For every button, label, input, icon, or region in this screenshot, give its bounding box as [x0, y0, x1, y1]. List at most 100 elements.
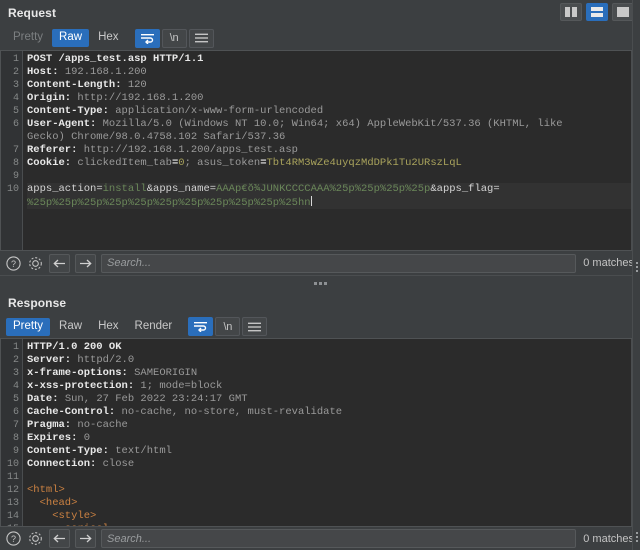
response-newline-button[interactable]: \n	[215, 317, 241, 337]
line-number: 6	[12, 407, 19, 419]
response-search-prev-button[interactable]	[49, 529, 70, 549]
code-token: Origin:	[27, 92, 78, 104]
response-wrap-lines-button[interactable]	[188, 317, 214, 337]
wrap-lines-icon	[140, 33, 154, 44]
request-search-next-button[interactable]	[75, 253, 96, 273]
request-title: Request	[8, 6, 57, 20]
response-pane: Response Pretty Raw Hex Render \n 1 2 3 …	[0, 291, 640, 550]
line-number: 7	[12, 420, 19, 432]
pane-splitter[interactable]	[0, 275, 640, 291]
response-line-numbers: 123456789101112131415	[1, 339, 23, 527]
code-token: Date:	[27, 393, 65, 406]
line-number: 6	[12, 119, 19, 130]
code-token: x-xss-protection:	[27, 380, 141, 393]
line-number: 1	[12, 54, 19, 65]
response-help-button[interactable]: ?	[5, 530, 22, 547]
code-token: User-Agent:	[27, 118, 103, 130]
request-tab-raw[interactable]: Raw	[52, 28, 90, 48]
response-tabstrip: Pretty Raw Hex Render \n	[0, 315, 640, 338]
code-token: %25p%25p%25p%25p%25p%25p%25p%25p%25p%25p…	[27, 197, 311, 209]
code-line: <html>	[27, 484, 631, 497]
hamburger-menu-icon	[248, 322, 262, 332]
line-number: 4	[12, 93, 19, 104]
code-token: install	[102, 183, 147, 195]
response-tab-hex[interactable]: Hex	[91, 318, 125, 337]
code-token: apps_action	[27, 183, 97, 195]
code-line: User-Agent: Mozilla/5.0 (Windows NT 10.0…	[27, 118, 631, 131]
request-titlebar: Request	[0, 0, 640, 26]
line-number: 10	[6, 459, 19, 471]
line-number: 10	[6, 184, 19, 195]
code-token: HTTP/1.0 200 OK	[27, 341, 122, 354]
rail-grip-icon-top	[636, 262, 638, 272]
stacked-layout-button[interactable]	[586, 3, 608, 21]
side-by-side-layout-button[interactable]	[560, 3, 582, 21]
response-editor[interactable]: 123456789101112131415 HTTP/1.0 200 OKSer…	[1, 339, 631, 527]
line-number	[1, 131, 22, 144]
request-search-input[interactable]	[101, 253, 577, 273]
code-token: no-cache	[77, 419, 128, 432]
rows-icon	[591, 7, 603, 17]
code-token: httpd/2.0	[77, 354, 135, 367]
code-token: close	[102, 458, 135, 471]
code-line: coriocl	[27, 523, 631, 526]
gear-icon	[29, 532, 42, 545]
help-icon: ?	[6, 531, 21, 546]
code-token: asus_token	[197, 157, 261, 169]
line-number: 8	[12, 158, 19, 169]
response-search-next-button[interactable]	[75, 529, 96, 549]
line-number: 12	[6, 485, 19, 497]
response-editor-wrap: 123456789101112131415 HTTP/1.0 200 OKSer…	[0, 338, 640, 528]
request-editor-wrap: 1 2 3 4 5 6 7 8 9 10 POST /apps_test.asp HTTP/1.…	[0, 50, 640, 252]
code-token: AAAp€ŏ¾JUNKCCCCAAA%25p%25p%25p%25p	[216, 183, 431, 195]
response-tab-raw[interactable]: Raw	[52, 318, 89, 337]
request-help-button[interactable]: ?	[5, 255, 22, 272]
layout-button-group	[560, 3, 634, 21]
request-tab-hex[interactable]: Hex	[91, 29, 125, 48]
request-search-prev-button[interactable]	[49, 253, 70, 273]
request-code[interactable]: POST /apps_test.asp HTTP/1.1 Host: 192.16…	[23, 51, 631, 250]
line-number	[1, 196, 22, 209]
request-settings-button[interactable]	[27, 255, 44, 272]
request-editor[interactable]: 1 2 3 4 5 6 7 8 9 10 POST /apps_test.asp HTTP/1.…	[1, 51, 631, 251]
code-token: 1; mode=block	[140, 380, 223, 393]
code-token: Cookie:	[27, 157, 78, 169]
code-line: Content-Type: text/html	[27, 445, 631, 458]
arrow-left-icon	[53, 259, 65, 268]
square-icon	[617, 7, 629, 17]
request-newline-button[interactable]: \n	[161, 28, 187, 48]
line-number: 2	[12, 67, 19, 78]
request-menu-button[interactable]	[188, 28, 214, 48]
code-token: Referer:	[27, 144, 84, 156]
code-line: x-xss-protection: 1; mode=block	[27, 380, 631, 393]
response-tab-render[interactable]: Render	[128, 318, 180, 337]
request-tabstrip: Pretty Raw Hex \n	[0, 26, 640, 50]
response-search-input[interactable]	[101, 529, 577, 549]
code-line: Content-Type: application/x-www-form-url…	[27, 105, 631, 118]
line-number: 7	[12, 145, 19, 156]
code-token: x-frame-options:	[27, 367, 135, 380]
request-wrap-lines-button[interactable]	[134, 28, 160, 48]
request-pane: Request Pretty Raw Hex \n 1 2 3 4 5 6 7 …	[0, 0, 640, 276]
request-match-count: 0 matches	[583, 257, 634, 270]
line-number: 15	[1, 523, 22, 526]
line-number: 3	[12, 368, 19, 380]
line-number: 8	[12, 433, 19, 445]
response-menu-button[interactable]	[242, 317, 268, 337]
line-number: 5	[12, 106, 19, 117]
code-token: Sun, 27 Feb 2022 23:24:17 GMT	[64, 393, 248, 406]
code-line: Cookie: clickedItem_tab=0; asus_token=Tb…	[27, 157, 631, 170]
single-pane-layout-button[interactable]	[612, 3, 634, 21]
response-settings-button[interactable]	[27, 530, 44, 547]
code-line: Server: httpd/2.0	[27, 354, 631, 367]
request-tab-pretty[interactable]: Pretty	[6, 29, 50, 48]
response-tab-pretty[interactable]: Pretty	[6, 317, 51, 336]
code-token: <head>	[27, 497, 78, 510]
code-token: <html>	[27, 484, 65, 497]
line-number: 9	[12, 171, 19, 182]
code-token: http://192.168.1.200/apps_test.asp	[83, 144, 298, 156]
response-code[interactable]: HTTP/1.0 200 OK Server: httpd/2.0 x-frame-…	[23, 339, 631, 526]
code-token: 120	[127, 79, 147, 91]
code-line: Origin: http://192.168.1.200	[27, 92, 631, 105]
